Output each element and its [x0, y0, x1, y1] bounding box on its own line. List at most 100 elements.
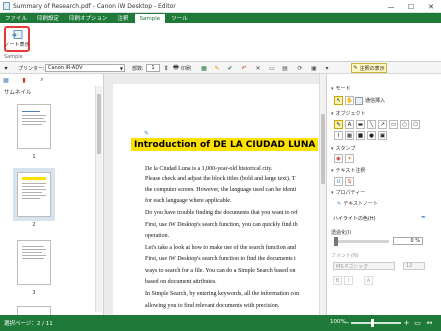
document-scrollbar[interactable] [319, 74, 326, 315]
chevron-down-icon[interactable]: ▾ [323, 64, 331, 72]
thumbnails-tab-icon[interactable]: ▦ [2, 76, 10, 84]
stamp-section-title[interactable]: ▾ スタンプ [331, 145, 355, 152]
note-icon [12, 30, 23, 39]
status-bar: 選択ページ：2 / 11 100% − + ▭ ↔ [0, 315, 441, 331]
edit-icon[interactable]: ✎ [213, 64, 221, 72]
menu-file[interactable]: ファイル [0, 13, 32, 23]
document-line: allowing you to find relevant documents … [145, 303, 280, 309]
note-marker-icon[interactable]: ✎ [144, 130, 149, 137]
text-annotation-section-title[interactable]: ▾ テキスト注釈 [331, 167, 365, 174]
text-icon[interactable]: A [345, 120, 354, 129]
bold-icon[interactable]: B [333, 276, 342, 285]
thumbnail-page-1[interactable] [17, 104, 51, 149]
highlighter-icon[interactable]: ▬ [356, 120, 365, 129]
layout-icon[interactable]: ▤ [281, 64, 289, 72]
thumbnail-page-3[interactable] [17, 240, 51, 285]
rotate-icon[interactable]: ⟳ [296, 64, 304, 72]
document-line: based on document attributes. [145, 279, 217, 285]
thumbnail-scrollbar[interactable] [95, 86, 102, 312]
line-icon[interactable]: ╲ [367, 120, 376, 129]
stamp-icon[interactable]: ◉ [334, 154, 343, 163]
thumbnail-page-4[interactable] [17, 306, 51, 315]
thumbnail-page-2[interactable] [13, 168, 55, 221]
page-setup-icon[interactable]: ▭ [268, 64, 276, 72]
font-color-icon[interactable]: A [364, 276, 373, 285]
hand-mode-icon[interactable]: ✋ [345, 96, 354, 105]
document-line: Let's take a look at how to make use of … [145, 245, 296, 251]
view-icon[interactable]: ▣ [310, 64, 318, 72]
color-picker-icon[interactable]: ✒ [421, 214, 426, 221]
stamp-title: スタンプ [335, 146, 356, 152]
image-icon[interactable]: ▣ [378, 131, 387, 140]
menu-print-options[interactable]: 印刷オプション [64, 13, 113, 23]
select-mode-icon[interactable]: ↖ [334, 96, 343, 105]
properties-section-title[interactable]: ▾ プロパティー [331, 189, 365, 196]
font-size-select[interactable]: 12 [403, 262, 425, 270]
filled-rectangle-icon[interactable]: ■ [356, 131, 365, 140]
document-line: Do you have trouble finding the document… [145, 210, 298, 216]
document-line: De la Ciudad Luna is a 1,000-year-old hi… [145, 166, 273, 172]
show-annotations-button[interactable]: ✎ 注釈の表示 [351, 63, 387, 73]
menu-tools[interactable]: ツール [166, 13, 193, 23]
mode-section-title[interactable]: ▾ モード [331, 85, 351, 92]
ellipse-icon[interactable]: ○ [400, 120, 409, 129]
show-annotations-label: 注釈の表示 [359, 65, 385, 72]
app-icon [3, 2, 10, 10]
rectangle-icon[interactable]: ▭ [389, 120, 398, 129]
zoom-out-icon[interactable]: − [342, 318, 351, 327]
opacity-label: 透過化(I) [331, 230, 352, 236]
properties-title: プロパティー [335, 190, 366, 196]
document-line: First, use iW Desktop's search function … [145, 256, 296, 262]
italic-icon[interactable]: I [344, 276, 353, 285]
font-label: フォント(N) [331, 253, 359, 259]
text-note-icon[interactable]: ✎ [334, 120, 343, 129]
close-button[interactable]: ✕ [421, 0, 441, 13]
objects-section-title[interactable]: ▾ オブジェクト [331, 110, 366, 117]
table-icon[interactable]: ▦ [345, 131, 354, 140]
strikethrough-icon[interactable]: S [345, 177, 354, 186]
check-icon[interactable]: ✔ [226, 64, 234, 72]
menu-print-settings[interactable]: 印刷設定 [32, 13, 64, 23]
minimize-button[interactable]: — [381, 0, 401, 13]
opacity-slider[interactable] [334, 237, 389, 246]
ribbon: ノート表示 Sample [0, 23, 441, 62]
polyline-icon[interactable]: ⌇ [334, 131, 343, 140]
document-line: for each language where applicable. [145, 198, 232, 204]
date-stamp-icon[interactable]: ✦ [345, 154, 354, 163]
fit-width-icon[interactable]: ↔ [425, 318, 434, 327]
print-label[interactable]: 印刷 [181, 65, 191, 72]
zoom-slider[interactable] [351, 319, 401, 327]
bookmark-tab-icon[interactable]: ▮ [20, 76, 28, 84]
text-note-property: ✎ テキストノート [337, 200, 378, 207]
thumbnail-number: 3 [32, 290, 36, 296]
toolbar-menu-icon[interactable]: ▾ [2, 64, 10, 72]
printer-select[interactable]: Canon iR-ADV ▼ [45, 64, 125, 72]
search-tab-icon[interactable]: ⌕ [38, 76, 46, 84]
thumbnail-number: 2 [32, 222, 36, 228]
fit-page-icon[interactable]: ▭ [413, 318, 422, 327]
delete-icon[interactable]: ✕ [254, 64, 262, 72]
polygon-icon[interactable]: ⬠ [411, 120, 420, 129]
annotation-icon: ✎ [353, 65, 358, 71]
print-preview-icon[interactable]: ▦ [200, 64, 208, 72]
opacity-input[interactable]: 0 % [393, 237, 423, 245]
document-heading[interactable]: Introduction of DE LA CIUDAD LUNA [131, 138, 319, 151]
maximize-button[interactable]: ☐ [401, 0, 421, 13]
arrow-icon[interactable]: ↗ [378, 120, 387, 129]
copies-input[interactable]: 1 [146, 64, 160, 72]
print-icon[interactable]: 🖶 [172, 64, 180, 72]
menu-annotation[interactable]: 注釈 [113, 13, 134, 23]
page-status: 選択ページ：2 / 11 [4, 321, 53, 327]
font-select[interactable]: MS Pゴシック [333, 262, 395, 270]
document-line: Please check and adjust the block titles… [145, 176, 296, 182]
insert-text-button[interactable]: 通信挿入 [355, 96, 385, 105]
copies-stepper-icon[interactable]: ⇕ [162, 64, 170, 72]
menu-sample[interactable]: Sample [133, 13, 167, 23]
show-note-button[interactable]: ノート表示 [4, 26, 30, 52]
filled-ellipse-icon[interactable]: ● [367, 131, 376, 140]
undo-icon[interactable]: ↶ [240, 64, 248, 72]
printer-label: プリンター: [18, 66, 45, 72]
zoom-in-icon[interactable]: + [402, 318, 411, 327]
underline-icon[interactable]: U [334, 177, 343, 186]
document-line: ways to search for a file. You can do a … [145, 268, 296, 274]
